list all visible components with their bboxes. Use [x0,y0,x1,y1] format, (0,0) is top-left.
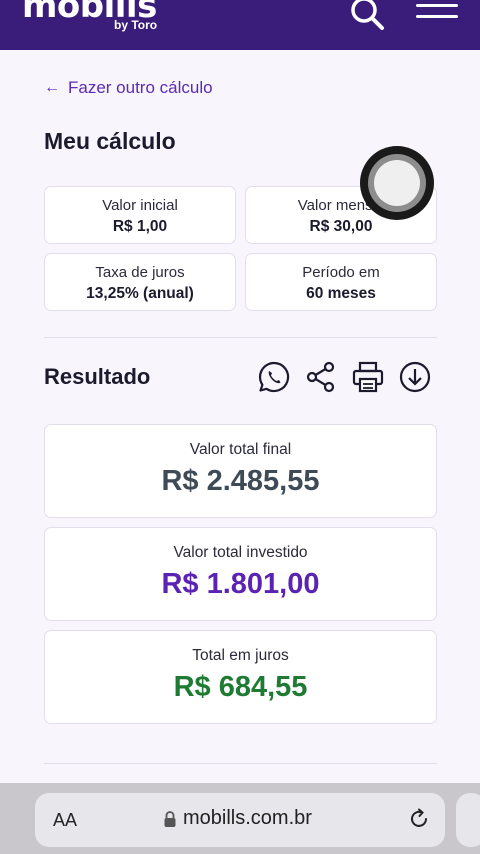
divider [44,337,437,338]
result-label: Total em juros [192,647,289,664]
reload-icon[interactable] [407,807,431,831]
arrow-left-icon: ← [44,79,60,96]
result-label: Valor total investido [173,544,308,561]
input-label: Período em [302,264,380,281]
back-link[interactable]: ← Fazer outro cálculo [44,78,213,98]
text-size-button[interactable]: AA [53,810,77,831]
page-title: Meu cálculo [44,128,176,154]
logo-subtitle: by Toro [114,18,158,32]
print-icon[interactable] [351,360,385,394]
address-bar[interactable]: AA mobills.com.br [35,793,445,847]
search-icon[interactable] [348,0,388,34]
result-card-total-invested: Valor total investido R$ 1.801,00 [44,527,437,621]
lock-icon [164,811,176,827]
whatsapp-icon[interactable] [257,360,291,394]
download-icon[interactable] [398,360,432,394]
result-card-total-interest: Total em juros R$ 684,55 [44,630,437,724]
input-label: Taxa de juros [95,264,185,281]
result-card-total-final: Valor total final R$ 2.485,55 [44,424,437,518]
url-text: mobills.com.br [183,807,312,829]
menu-icon[interactable] [416,4,458,30]
back-link-label: Fazer outro cálculo [68,78,213,97]
result-title: Resultado [44,364,151,389]
divider [44,763,437,764]
input-value: 13,25% (anual) [86,285,194,302]
result-label: Valor total final [189,441,292,458]
touch-indicator [360,146,434,220]
result-value: R$ 1.801,00 [161,568,320,600]
share-icon[interactable] [304,360,338,394]
input-value: R$ 1,00 [112,218,168,235]
input-card-period: Período em 60 meses [245,253,437,311]
result-value: R$ 2.485,55 [161,465,320,497]
input-value: R$ 30,00 [309,218,373,235]
input-label: Valor inicial [102,197,178,214]
input-value: 60 meses [306,285,376,302]
next-tab-preview[interactable] [456,793,480,847]
input-card-rate: Taxa de juros 13,25% (anual) [44,253,236,311]
browser-toolbar: AA mobills.com.br [0,783,480,854]
input-card-initial: Valor inicial R$ 1,00 [44,186,236,244]
result-value: R$ 684,55 [173,671,308,703]
top-header: mobills by Toro [0,0,480,50]
